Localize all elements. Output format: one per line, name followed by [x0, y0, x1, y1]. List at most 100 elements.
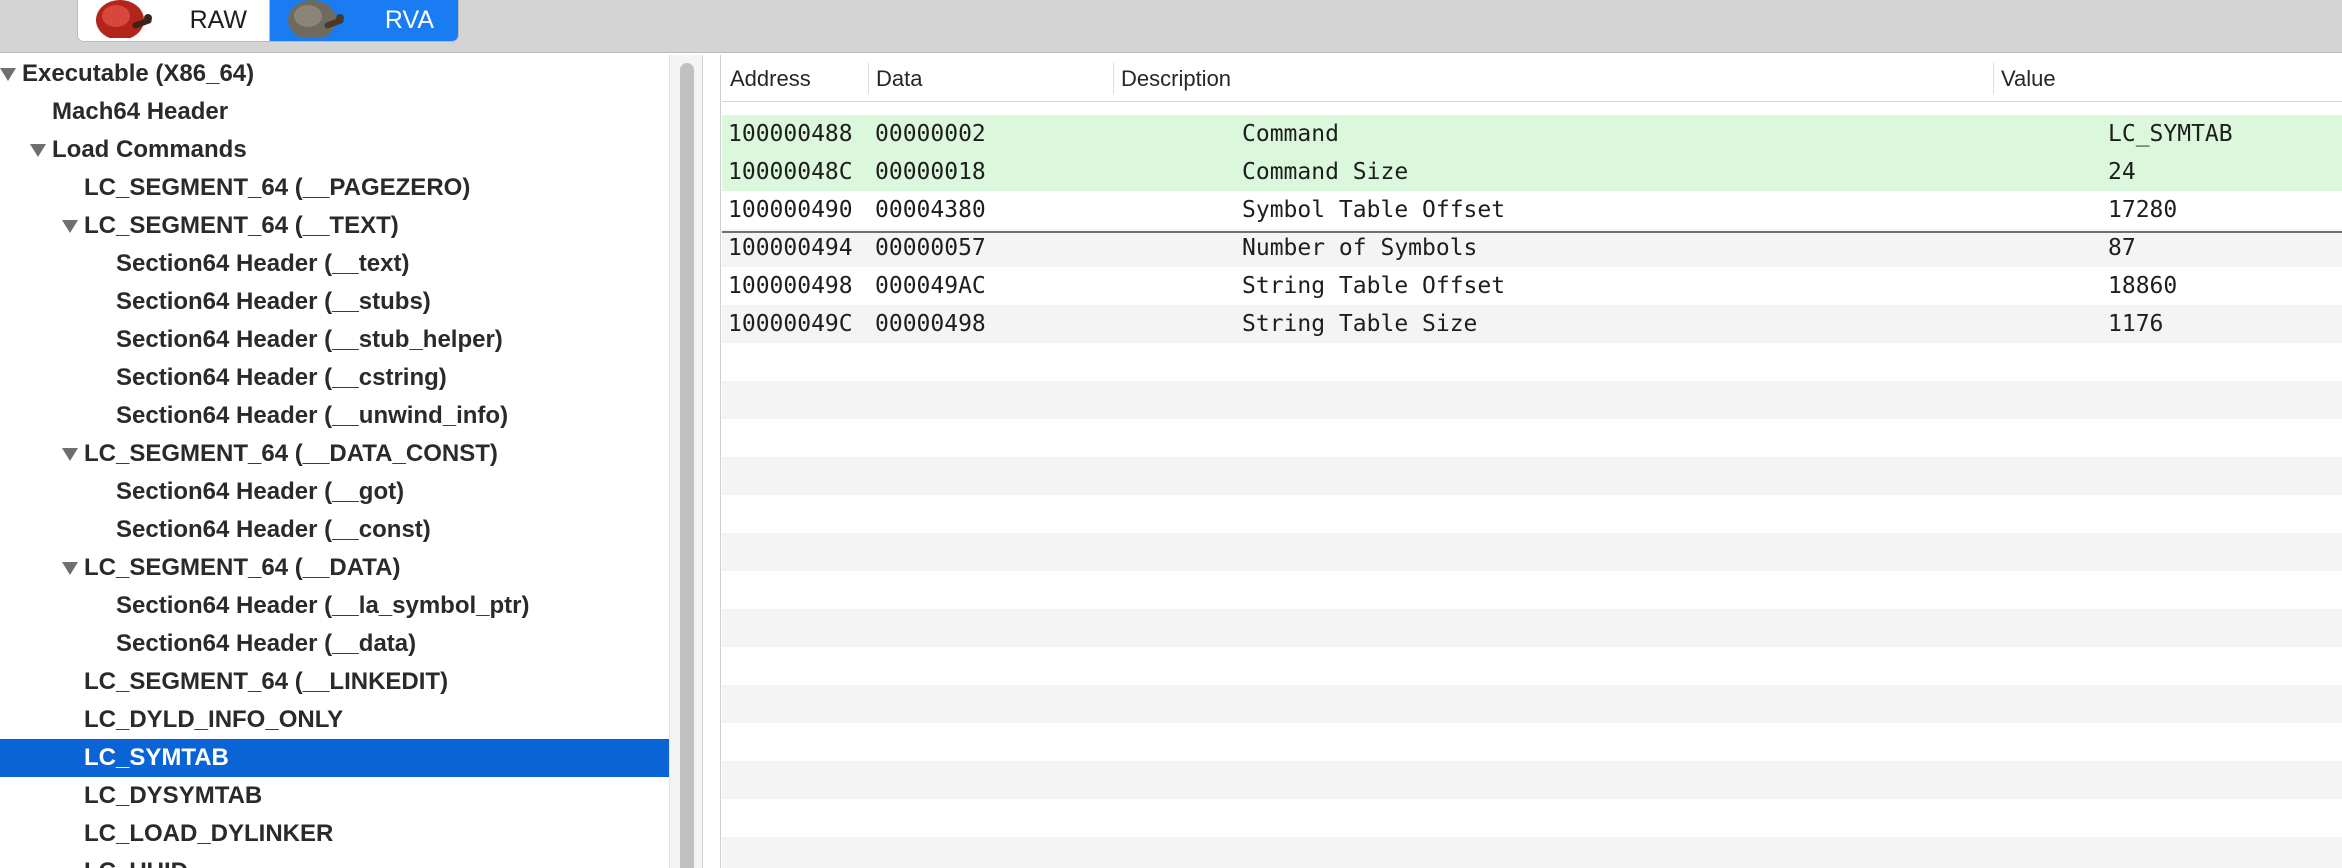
cell-address: 100000494 [728, 235, 853, 261]
cell-description: Number of Symbols [1242, 235, 1478, 261]
structure-tree: Executable (X86_64) Mach64 Header Load Com… [0, 55, 669, 868]
tree-item-label: Executable (X86_64) [22, 60, 255, 87]
tree-item[interactable]: LC_SEGMENT_64 (__LINKEDIT) [0, 663, 669, 701]
tree-item[interactable]: LC_UUID [0, 853, 669, 868]
tree-item-label: Section64 Header (__stubs) [116, 288, 431, 315]
empty-table-row [722, 495, 2342, 533]
empty-table-row [722, 723, 2342, 761]
cell-address: 100000498 [728, 273, 853, 299]
group-separator-line [722, 231, 2342, 233]
tree-item[interactable]: LC_SEGMENT_64 (__DATA_CONST) [0, 435, 669, 473]
empty-table-row [722, 533, 2342, 571]
cell-description: Symbol Table Offset [1242, 197, 1506, 223]
tree-item-label: Section64 Header (__data) [116, 630, 417, 657]
cell-value: 24 [2108, 159, 2136, 185]
tree-item[interactable]: Section64 Header (__data) [0, 625, 669, 663]
rva-mode-label: RVA [384, 6, 434, 34]
cooked-meat-icon [288, 0, 344, 38]
tree-item[interactable]: Load Commands [0, 131, 669, 169]
cell-address: 100000490 [728, 197, 853, 223]
rva-mode-button[interactable]: RVA [270, 0, 458, 41]
disclosure-triangle-icon[interactable] [62, 219, 78, 233]
tree-scrollbar-thumb[interactable] [680, 63, 694, 868]
pane-divider[interactable] [703, 55, 721, 868]
tree-item[interactable]: LC_DYLD_INFO_ONLY [0, 701, 669, 739]
table-row[interactable]: 100000494 00000057 Number of Symbols 87 [722, 229, 2342, 267]
view-mode-segmented-control: RAW RVA [77, 0, 459, 42]
tree-item[interactable]: Mach64 Header [0, 93, 669, 131]
cell-data: 00000018 [875, 159, 986, 185]
tree-item[interactable]: LC_SYMTAB [0, 739, 669, 777]
empty-table-row [722, 837, 2342, 868]
tree-item-label: Section64 Header (__got) [116, 478, 405, 505]
tree-item[interactable]: Section64 Header (__stubs) [0, 283, 669, 321]
tree-item-label: Section64 Header (__stub_helper) [116, 326, 503, 353]
cell-value: 18860 [2108, 273, 2178, 299]
column-header-value[interactable]: Value [1993, 55, 2342, 102]
column-header-address[interactable]: Address [722, 55, 868, 102]
cell-data: 00004380 [875, 197, 986, 223]
table-row[interactable]: 10000048C 00000018 Command Size 24 [722, 153, 2342, 191]
disclosure-triangle-icon[interactable] [62, 561, 78, 575]
tree-item-label: LC_DYSYMTAB [84, 782, 263, 809]
tree-item-label: LC_DYLD_INFO_ONLY [84, 706, 344, 733]
tree-item[interactable]: LC_LOAD_DYLINKER [0, 815, 669, 853]
tree-item-label: LC_SYMTAB [84, 744, 229, 771]
tree-item[interactable]: Section64 Header (__cstring) [0, 359, 669, 397]
tree-item-label: LC_SEGMENT_64 (__LINKEDIT) [84, 668, 449, 695]
tree-item[interactable]: Section64 Header (__got) [0, 473, 669, 511]
table-row[interactable]: 100000490 00004380 Symbol Table Offset 1728… [722, 191, 2342, 229]
tree-item-label: Section64 Header (__const) [116, 516, 431, 543]
disclosure-triangle-icon[interactable] [0, 67, 16, 81]
empty-table-row [722, 761, 2342, 799]
cell-data: 00000498 [875, 311, 986, 337]
tree-item-label: Mach64 Header [52, 98, 229, 125]
tree-item-label: LC_SEGMENT_64 (__DATA_CONST) [84, 440, 498, 467]
tree-item[interactable]: Section64 Header (__stub_helper) [0, 321, 669, 359]
empty-table-row [722, 799, 2342, 837]
raw-mode-label: RAW [189, 6, 247, 34]
disclosure-triangle-icon[interactable] [62, 447, 78, 461]
tree-item[interactable]: LC_SEGMENT_64 (__TEXT) [0, 207, 669, 245]
tree-item[interactable]: Section64 Header (__const) [0, 511, 669, 549]
tree-scrollbar[interactable] [669, 55, 703, 868]
tree-item[interactable]: LC_DYSYMTAB [0, 777, 669, 815]
tree-item[interactable]: Section64 Header (__text) [0, 245, 669, 283]
table-row[interactable]: 100000498 000049AC String Table Offset 1886… [722, 267, 2342, 305]
cell-data: 000049AC [875, 273, 986, 299]
table-row[interactable]: 100000488 00000002 Command LC_SYMTAB [722, 115, 2342, 153]
tree-item[interactable]: Section64 Header (__unwind_info) [0, 397, 669, 435]
tree-item[interactable]: LC_SEGMENT_64 (__DATA) [0, 549, 669, 587]
cell-data: 00000057 [875, 235, 986, 261]
table-row[interactable]: 10000049C 00000498 String Table Size 1176 [722, 305, 2342, 343]
cell-value: 1176 [2108, 311, 2164, 337]
tree-item-label: LC_SEGMENT_64 (__TEXT) [84, 212, 399, 239]
empty-table-row [722, 419, 2342, 457]
tree-item-label: LC_LOAD_DYLINKER [84, 820, 334, 847]
cell-data: 00000002 [875, 121, 986, 147]
cell-description: String Table Offset [1242, 273, 1506, 299]
cell-value: 17280 [2108, 197, 2178, 223]
tree-item-label: Load Commands [52, 136, 247, 163]
tree-item-label: Section64 Header (__la_symbol_ptr) [116, 592, 530, 619]
column-header-description[interactable]: Description [1113, 55, 1993, 102]
tree-item-label: LC_SEGMENT_64 (__PAGEZERO) [84, 174, 471, 201]
tree-item-label: Section64 Header (__text) [116, 250, 410, 277]
cell-address: 10000048C [728, 159, 853, 185]
tree-item-label: Section64 Header (__cstring) [116, 364, 447, 391]
empty-table-row [722, 609, 2342, 647]
tree-item[interactable]: Executable (X86_64) [0, 55, 669, 93]
cell-address: 100000488 [728, 121, 853, 147]
tree-item[interactable]: LC_SEGMENT_64 (__PAGEZERO) [0, 169, 669, 207]
empty-table-row [722, 571, 2342, 609]
raw-meat-icon [96, 0, 152, 38]
raw-mode-button[interactable]: RAW [78, 0, 270, 41]
tree-item-label: Section64 Header (__unwind_info) [116, 402, 509, 429]
disclosure-triangle-icon[interactable] [30, 143, 46, 157]
empty-table-row [722, 685, 2342, 723]
empty-table-row [722, 381, 2342, 419]
column-header-data[interactable]: Data [868, 55, 1113, 102]
tree-item[interactable]: Section64 Header (__la_symbol_ptr) [0, 587, 669, 625]
empty-table-row [722, 457, 2342, 495]
cell-description: String Table Size [1242, 311, 1478, 337]
